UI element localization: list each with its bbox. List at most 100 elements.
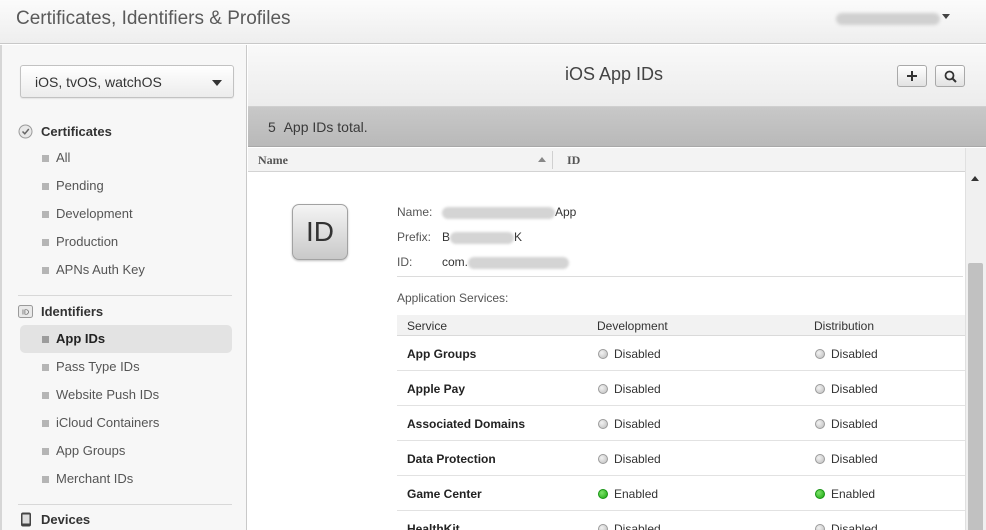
sort-ascending-icon[interactable] bbox=[538, 157, 546, 162]
sidebar-item-label: All bbox=[56, 150, 71, 165]
id-label: ID: bbox=[397, 255, 413, 269]
status-disabled-icon bbox=[598, 524, 608, 530]
status-development: Disabled bbox=[598, 347, 661, 361]
status-text: Disabled bbox=[831, 452, 878, 466]
service-name: HealthKit bbox=[407, 522, 460, 530]
status-distribution: Disabled bbox=[815, 522, 878, 530]
status-enabled-icon bbox=[815, 489, 825, 499]
section-certificates[interactable]: Certificates bbox=[18, 121, 112, 141]
scroll-up-icon[interactable] bbox=[971, 176, 979, 181]
certificate-icon bbox=[18, 124, 33, 139]
platform-select-value: iOS, tvOS, watchOS bbox=[35, 74, 162, 90]
sidebar-item-label: App IDs bbox=[56, 331, 106, 346]
bullet bbox=[42, 364, 49, 371]
section-label: Devices bbox=[41, 511, 91, 527]
search-button[interactable] bbox=[935, 65, 965, 87]
prefix-label: Prefix: bbox=[397, 230, 432, 244]
status-development: Disabled bbox=[598, 522, 661, 530]
sidebar-item-pending[interactable]: Pending bbox=[20, 172, 232, 200]
status-distribution: Disabled bbox=[815, 382, 878, 396]
sidebar-item-app-groups[interactable]: App Groups bbox=[20, 437, 232, 465]
divider bbox=[397, 276, 963, 277]
name-suffix: App bbox=[555, 205, 577, 219]
section-identifiers[interactable]: ID Identifiers bbox=[18, 301, 103, 321]
status-disabled-icon bbox=[815, 454, 825, 464]
table-row: App Groups Disabled Disabled bbox=[397, 336, 965, 371]
table-row: Game Center Enabled Enabled bbox=[397, 476, 965, 511]
sidebar-item-website-push-ids[interactable]: Website Push IDs bbox=[20, 381, 232, 409]
services-title: Application Services: bbox=[397, 291, 509, 305]
platform-select[interactable]: iOS, tvOS, watchOS bbox=[20, 65, 234, 98]
sidebar-item-icloud-containers[interactable]: iCloud Containers bbox=[20, 409, 232, 437]
status-disabled-icon bbox=[815, 419, 825, 429]
status-disabled-icon bbox=[598, 419, 608, 429]
count-bar: 5 App IDs total. bbox=[248, 107, 986, 147]
table-row: Data Protection Disabled Disabled bbox=[397, 441, 965, 476]
account-caret-icon[interactable] bbox=[942, 14, 950, 19]
page-title: iOS App IDs bbox=[564, 64, 664, 84]
svg-text:ID: ID bbox=[22, 309, 29, 316]
status-disabled-icon bbox=[815, 349, 825, 359]
column-id[interactable]: ID bbox=[567, 153, 580, 168]
prefix-start: B bbox=[442, 230, 451, 244]
count-value: 5 bbox=[268, 119, 276, 135]
id-prefix: com. bbox=[442, 255, 469, 269]
bullet bbox=[42, 239, 49, 246]
section-label: Certificates bbox=[41, 123, 112, 139]
column-divider bbox=[552, 151, 553, 169]
sidebar-item-label: iCloud Containers bbox=[56, 415, 160, 430]
status-text: Disabled bbox=[614, 417, 661, 431]
main-panel: iOS App IDs 5 App IDs total. Name ID ID … bbox=[248, 45, 986, 530]
sidebar-item-label: Merchant IDs bbox=[56, 471, 134, 486]
section-label: Identifiers bbox=[41, 303, 104, 319]
count-summary: 5 App IDs total. bbox=[268, 119, 368, 135]
status-development: Disabled bbox=[598, 417, 661, 431]
header-service: Service bbox=[407, 319, 448, 333]
status-disabled-icon bbox=[598, 384, 608, 394]
add-button[interactable] bbox=[897, 65, 927, 87]
sidebar-item-pass-type-ids[interactable]: Pass Type IDs bbox=[20, 353, 232, 381]
status-distribution: Disabled bbox=[815, 452, 878, 466]
status-development: Disabled bbox=[598, 452, 661, 466]
status-disabled-icon bbox=[598, 349, 608, 359]
sidebar-item-apns-auth-key[interactable]: APNs Auth Key bbox=[20, 256, 232, 284]
table-row: Associated Domains Disabled Disabled bbox=[397, 406, 965, 441]
sidebar-item-production[interactable]: Production bbox=[20, 228, 232, 256]
status-enabled-icon bbox=[598, 489, 608, 499]
scrollbar[interactable] bbox=[965, 148, 986, 530]
status-text: Disabled bbox=[614, 452, 661, 466]
main-header: iOS App IDs bbox=[248, 45, 986, 107]
top-header: Certificates, Identifiers & Profiles bbox=[0, 0, 986, 44]
column-name[interactable]: Name bbox=[258, 153, 288, 168]
plus-icon bbox=[907, 71, 917, 81]
redacted-text bbox=[468, 256, 570, 269]
account-menu[interactable] bbox=[836, 13, 940, 25]
sidebar-item-merchant-ids[interactable]: Merchant IDs bbox=[20, 465, 232, 493]
sidebar-item-app-ids[interactable]: App IDs bbox=[20, 325, 232, 353]
scrollbar-thumb[interactable] bbox=[968, 263, 983, 530]
service-name: Game Center bbox=[407, 487, 482, 501]
name-value: App bbox=[442, 205, 576, 219]
count-label: App IDs total. bbox=[283, 119, 368, 135]
column-header: Name ID bbox=[248, 148, 965, 172]
chevron-down-icon bbox=[212, 80, 222, 86]
services-rows: App Groups Disabled Disabled Apple Pay Disab… bbox=[397, 336, 965, 530]
redacted-text bbox=[450, 231, 515, 244]
id-value: com. bbox=[442, 255, 570, 269]
prefix-value: BK bbox=[442, 230, 522, 244]
bullet bbox=[42, 267, 49, 274]
status-distribution: Disabled bbox=[815, 417, 878, 431]
status-development: Disabled bbox=[598, 382, 661, 396]
status-text: Enabled bbox=[831, 487, 876, 501]
service-name: Apple Pay bbox=[407, 382, 466, 396]
status-text: Enabled bbox=[614, 487, 659, 501]
service-name: Data Protection bbox=[407, 452, 496, 466]
section-devices[interactable]: Devices bbox=[18, 509, 90, 529]
bullet bbox=[42, 336, 49, 343]
sidebar-item-label: APNs Auth Key bbox=[56, 262, 145, 277]
sidebar-item-label: Pass Type IDs bbox=[56, 359, 140, 374]
sidebar-item-all[interactable]: All bbox=[20, 144, 232, 172]
id-badge-icon: ID bbox=[18, 304, 33, 319]
sidebar-item-development[interactable]: Development bbox=[20, 200, 232, 228]
bullet bbox=[42, 183, 49, 190]
